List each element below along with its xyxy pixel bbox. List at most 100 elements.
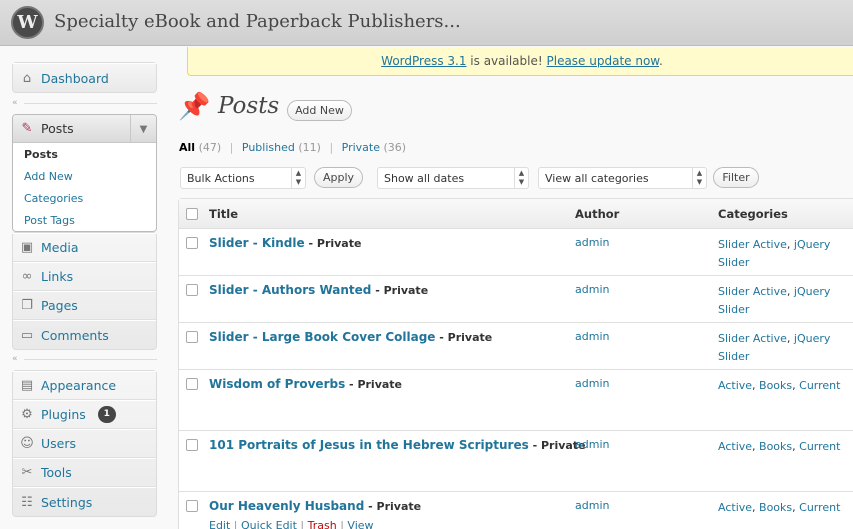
filter-all-link[interactable]: All <box>179 141 195 154</box>
post-categories: Slider Active, jQuery Slider <box>718 285 831 316</box>
category-link[interactable]: Books <box>759 440 792 453</box>
category-link[interactable]: Slider Active <box>718 238 787 251</box>
add-new-post-button[interactable]: Add New <box>287 100 352 121</box>
submenu-item-add-new[interactable]: Add New <box>13 165 156 187</box>
menu-collapse-separator[interactable]: « <box>12 354 157 364</box>
sidebar-item-media[interactable]: ▣ Media <box>13 233 156 262</box>
table-row: 101 Portraits of Jesus in the Hebrew Scr… <box>179 431 853 492</box>
submenu-item-categories[interactable]: Categories <box>13 187 156 209</box>
table-row: Slider - Authors Wanted - Private admin … <box>179 276 853 323</box>
post-state: - Private <box>371 284 429 297</box>
menu-collapse-separator[interactable]: « <box>12 98 157 108</box>
posts-table: Title Author Categories Slider - Kindle … <box>178 198 853 529</box>
update-notice: WordPress 3.1 is available! Please updat… <box>187 47 853 76</box>
category-link[interactable]: Current <box>799 501 840 514</box>
select-all-checkbox[interactable] <box>186 208 198 220</box>
row-checkbox[interactable] <box>186 500 198 512</box>
category-link[interactable]: Books <box>759 501 792 514</box>
sidebar-item-label: Comments <box>41 327 109 343</box>
row-checkbox[interactable] <box>186 331 198 343</box>
sidebar-group-settings: ▤ Appearance ⚙ Plugins 1 ☺ Users ✂ Tools… <box>12 370 157 517</box>
sidebar-item-comments[interactable]: ▭ Comments <box>13 320 156 349</box>
plugin-update-badge: 1 <box>97 406 116 423</box>
filter-separator: | <box>329 141 334 154</box>
sidebar-item-label: Users <box>41 436 77 451</box>
column-author-header: Author <box>575 207 620 221</box>
settings-icon: ☷ <box>21 494 33 510</box>
row-checkbox[interactable] <box>186 237 198 249</box>
sidebar-item-label: Pages <box>41 298 78 313</box>
view-link[interactable]: View <box>347 519 373 529</box>
bulk-actions-select[interactable]: Bulk Actions ▲ ▼ <box>180 167 306 189</box>
wordpress-logo-icon[interactable]: W <box>11 6 44 39</box>
filter-published-link[interactable]: Published <box>242 141 295 154</box>
post-state: - Private <box>364 500 422 513</box>
dates-select[interactable]: Show all dates ▲ ▼ <box>377 167 529 189</box>
column-title-header[interactable]: Title <box>209 207 238 221</box>
trash-link[interactable]: Trash <box>308 519 337 529</box>
category-link[interactable]: Current <box>799 379 840 392</box>
edit-link[interactable]: Edit <box>209 519 230 529</box>
post-title-link[interactable]: Slider - Authors Wanted <box>209 283 371 297</box>
row-checkbox[interactable] <box>186 378 198 390</box>
sidebar-item-users[interactable]: ☺ Users <box>13 429 156 458</box>
sidebar-item-label: Settings <box>41 494 93 510</box>
row-actions: Edit | Quick Edit | Trash | View <box>209 519 374 529</box>
category-link[interactable]: Books <box>759 379 792 392</box>
sidebar-item-settings[interactable]: ☷ Settings <box>13 487 156 516</box>
dates-value: Show all dates <box>384 171 465 185</box>
wordpress-version-link[interactable]: WordPress 3.1 <box>381 54 466 68</box>
post-author-link[interactable]: admin <box>575 377 609 390</box>
table-row: Slider - Large Book Cover Collage - Priv… <box>179 323 853 370</box>
category-link[interactable]: Current <box>799 440 840 453</box>
sidebar-item-plugins[interactable]: ⚙ Plugins 1 <box>13 400 156 429</box>
category-link[interactable]: Slider Active <box>718 332 787 345</box>
comments-icon: ▭ <box>20 327 34 343</box>
select-arrows-icon: ▲ ▼ <box>514 168 528 188</box>
sidebar-item-label: Plugins <box>41 407 86 422</box>
sidebar-item-posts[interactable]: ✎ Posts ▼ <box>13 115 156 143</box>
categories-select[interactable]: View all categories ▲ ▼ <box>538 167 707 189</box>
submenu-item-posts[interactable]: Posts <box>13 143 156 165</box>
chevron-down-icon[interactable]: ▼ <box>130 115 156 143</box>
sidebar-item-dashboard[interactable]: ⌂ Dashboard <box>13 63 156 92</box>
tools-icon: ✂ <box>21 465 33 480</box>
filter-button[interactable]: Filter <box>713 167 759 188</box>
post-status-filters: All (47) | Published (11) | Private (36) <box>179 141 406 154</box>
filter-all-count: (47) <box>198 141 222 154</box>
category-link[interactable]: Slider Active <box>718 285 787 298</box>
post-title-link[interactable]: Slider - Large Book Cover Collage <box>209 330 435 344</box>
post-categories: Active, Books, Current <box>718 440 841 453</box>
post-author-link[interactable]: admin <box>575 236 609 249</box>
sidebar-item-links[interactable]: ∞ Links <box>13 262 156 291</box>
post-author-link[interactable]: admin <box>575 438 609 451</box>
update-now-link[interactable]: Please update now <box>547 54 660 68</box>
apply-button[interactable]: Apply <box>314 167 363 188</box>
post-title-link[interactable]: 101 Portraits of Jesus in the Hebrew Scr… <box>209 438 529 452</box>
sidebar-item-tools[interactable]: ✂ Tools <box>13 458 156 487</box>
table-header: Title Author Categories <box>179 199 853 229</box>
filter-separator: | <box>229 141 234 154</box>
sidebar-item-label: Dashboard <box>41 70 109 86</box>
row-checkbox[interactable] <box>186 284 198 296</box>
row-checkbox[interactable] <box>186 439 198 451</box>
quick-edit-link[interactable]: Quick Edit <box>241 519 297 529</box>
filter-private-link[interactable]: Private <box>342 141 380 154</box>
submenu-item-post-tags[interactable]: Post Tags <box>13 209 156 231</box>
site-title[interactable]: Specialty eBook and Paperback Publishers… <box>54 11 461 32</box>
page-title: Posts <box>218 93 280 119</box>
table-row: Slider - Kindle - Private admin Slider A… <box>179 229 853 276</box>
post-author-link[interactable]: admin <box>575 283 609 296</box>
post-title-link[interactable]: Slider - Kindle <box>209 236 305 250</box>
post-author-link[interactable]: admin <box>575 330 609 343</box>
post-title-link[interactable]: Wisdom of Proverbs <box>209 377 345 391</box>
category-link[interactable]: Active <box>718 501 752 514</box>
post-title-link[interactable]: Our Heavenly Husband <box>209 499 364 513</box>
category-link[interactable]: Active <box>718 379 752 392</box>
sidebar-item-pages[interactable]: ❐ Pages <box>13 291 156 320</box>
sidebar-item-appearance[interactable]: ▤ Appearance <box>13 371 156 400</box>
plugins-icon: ⚙ <box>21 407 33 422</box>
dashboard-icon: ⌂ <box>22 70 32 86</box>
post-author-link[interactable]: admin <box>575 499 609 512</box>
category-link[interactable]: Active <box>718 440 752 453</box>
